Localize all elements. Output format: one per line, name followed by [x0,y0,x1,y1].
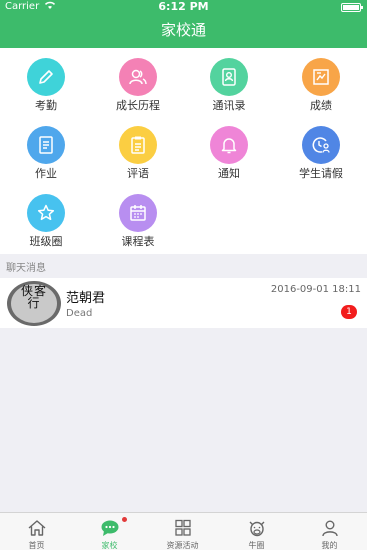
avatar-calligraphy: 侠客行 [20,284,47,310]
grid-item-attendance[interactable]: 考勤 [0,48,92,112]
section-title: 聊天消息 [6,263,46,274]
tab-label: 首页 [28,541,45,550]
grid-item-label: 考勤 [35,99,57,112]
cow-icon [249,521,265,537]
grid-item-class-circle[interactable]: 班级圈 [0,184,92,248]
grid-item-comments[interactable]: 评语 [92,116,184,180]
bell-icon [210,126,248,164]
tab-label: 资源活动 [166,541,199,550]
grid-item-contacts[interactable]: 通讯录 [183,48,275,112]
grid-item-leave[interactable]: 学生请假 [275,116,367,180]
apps-icon [175,519,191,536]
chat-last-message: Dead [66,308,93,319]
grid-item-label: 课程表 [121,235,155,248]
chat-bubble-icon [101,520,119,536]
tab-resources[interactable]: 资源活动 [146,513,219,550]
tab-mine[interactable]: 我的 [293,513,366,550]
tab-niuquan[interactable]: 牛圈 [220,513,293,550]
grid-item-label: 班级圈 [29,235,63,248]
chat-contact-name: 范朝君 [66,291,106,306]
clock-person-icon [302,126,340,164]
grid-item-label: 评语 [127,167,149,180]
report-icon [302,58,340,96]
chat-timestamp: 2016-09-01 18:11 [270,284,361,295]
tab-label: 牛圈 [248,541,265,550]
grid-item-label: 通知 [218,167,240,180]
tab-home-school[interactable]: 家校 [73,513,146,550]
status-bar: Carrier 6:12 PM [0,0,367,14]
contacts-icon [210,58,248,96]
tab-bar: 首页 家校 资源活动 牛圈 我的 [0,512,367,550]
tab-label: 家校 [101,541,118,550]
clipboard-icon [119,126,157,164]
grid-item-growth[interactable]: 成长历程 [92,48,184,112]
home-icon [28,520,46,536]
navigation-bar: Carrier 6:12 PM 家校通 [0,0,367,48]
feature-grid: 考勤 成长历程 通讯录 成绩 作业 评语 通知 学生请假 班级圈 课程表 [0,48,367,254]
tab-label: 我的 [321,541,338,550]
grid-item-timetable[interactable]: 课程表 [92,184,184,248]
tab-home[interactable]: 首页 [0,513,73,550]
grid-item-label: 作业 [35,167,57,180]
grid-item-label: 通讯录 [212,99,246,112]
grid-item-label: 学生请假 [299,167,343,180]
document-icon [27,126,65,164]
grid-item-grades[interactable]: 成绩 [275,48,367,112]
pencil-icon [27,58,65,96]
unread-badge: 1 [341,305,357,319]
grid-item-label: 成长历程 [116,99,160,112]
page-title: 家校通 [160,21,206,39]
section-header: 聊天消息 [0,256,367,276]
grid-item-homework[interactable]: 作业 [0,116,92,180]
calendar-icon [119,194,157,232]
battery-icon [341,3,363,12]
grid-item-label: 成绩 [310,99,332,112]
tab-notification-dot [122,517,127,522]
avatar[interactable]: 侠客行 [7,281,61,326]
grid-item-notice[interactable]: 通知 [183,116,275,180]
people-icon [119,58,157,96]
chat-list-item[interactable]: 侠客行 范朝君 Dead 2016-09-01 18:11 1 [0,278,367,328]
status-time: 6:12 PM [158,0,209,13]
star-icon [27,194,65,232]
person-icon [322,520,338,537]
